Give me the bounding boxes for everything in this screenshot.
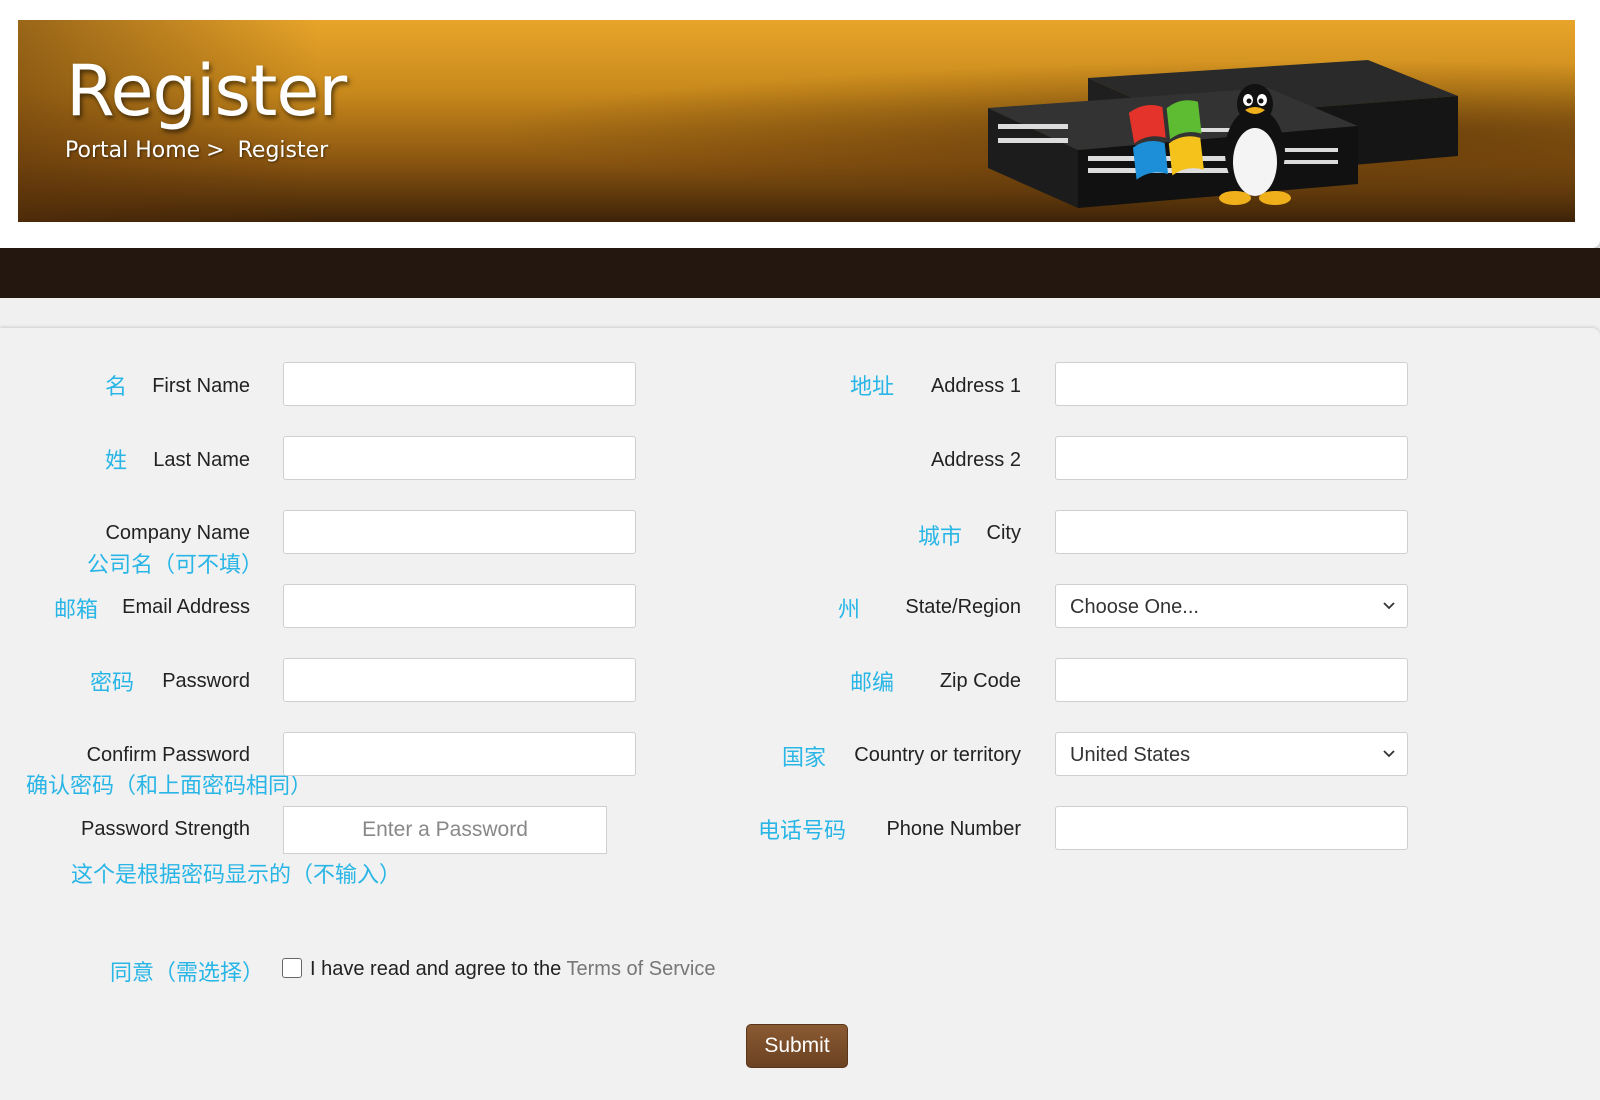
server-switch-icon [988,60,1458,208]
submit-button[interactable]: Submit [746,1024,848,1068]
country-label: Country or territory [854,744,1021,766]
state-cn-label: 州 [838,598,861,623]
header: Register Portal Home > Register [0,0,1600,248]
country-select[interactable]: United States [1055,732,1408,776]
company-name-label: Company Name [105,522,250,544]
header-banner: Register Portal Home > Register [18,20,1575,222]
terms-of-service-link[interactable]: Terms of Service [567,958,716,980]
terms-agree-row: I have read and agree to the Terms of Se… [282,958,715,981]
password-cn-label: 密码 [90,671,135,696]
zip-cn-label: 邮编 [850,671,895,696]
first-name-label: First Name [152,375,250,397]
confirm-password-cn-label: 确认密码（和上面密码相同） [26,774,313,799]
state-select-value: Choose One... [1070,596,1199,618]
country-select-value: United States [1070,744,1191,766]
password-strength-indicator: Enter a Password [283,806,607,854]
page-title: Register [66,50,347,132]
last-name-label: Last Name [153,449,250,471]
breadcrumb-current: Register [237,138,329,163]
phone-input[interactable] [1055,806,1408,850]
phone-cn-label: 电话号码 [758,819,847,844]
country-cn-label: 国家 [782,746,827,771]
company-name-cn-label: 公司名（可不填） [87,553,264,578]
password-strength-cn-label: 这个是根据密码显示的（不输入） [71,863,402,888]
city-label: City [986,522,1021,544]
city-input[interactable] [1055,510,1408,554]
address1-cn-label: 地址 [850,375,895,400]
breadcrumb: Portal Home > Register [65,138,334,163]
agree-cn-label: 同意（需选择） [110,961,265,986]
email-cn-label: 邮箱 [54,598,99,623]
address1-label: Address 1 [930,375,1021,397]
chevron-down-icon [1383,602,1395,610]
nav-bar [0,248,1600,298]
zip-label: Zip Code [939,670,1021,692]
company-name-input[interactable] [283,510,636,554]
email-label: Email Address [122,596,250,618]
password-label: Password [162,670,250,692]
password-strength-label: Password Strength [81,818,250,840]
city-cn-label: 城市 [918,525,963,550]
address2-input[interactable] [1055,436,1408,480]
state-label: State/Region [905,596,1021,618]
address2-label: Address 2 [930,449,1021,471]
first-name-cn-label: 名 [104,375,127,400]
terms-agree-text: I have read and agree to the [310,958,562,980]
breadcrumb-home-link[interactable]: Portal Home [65,138,200,163]
address1-input[interactable] [1055,362,1408,406]
phone-label: Phone Number [886,818,1021,840]
breadcrumb-separator: > [206,138,225,163]
first-name-input[interactable] [283,362,636,406]
chevron-down-icon [1383,750,1395,758]
state-select[interactable]: Choose One... [1055,584,1408,628]
email-input[interactable] [283,584,636,628]
password-input[interactable] [283,658,636,702]
last-name-input[interactable] [283,436,636,480]
confirm-password-label: Confirm Password [86,744,250,766]
last-name-cn-label: 姓 [104,449,127,474]
zip-input[interactable] [1055,658,1408,702]
confirm-password-input[interactable] [283,732,636,776]
terms-checkbox[interactable] [282,958,302,978]
